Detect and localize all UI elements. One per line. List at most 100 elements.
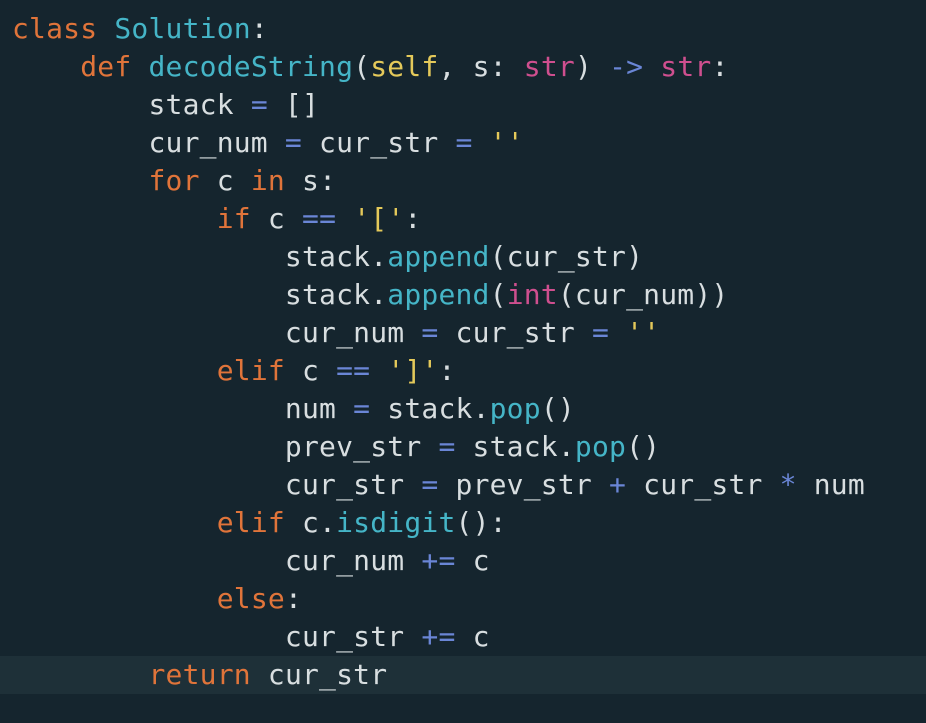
code-token: pop xyxy=(574,430,627,463)
code-token: for xyxy=(148,164,200,197)
code-token: == xyxy=(302,202,337,235)
code-token: -> xyxy=(609,50,644,83)
code-token: (cur_num)) xyxy=(557,278,729,311)
code-token: ) xyxy=(574,50,610,83)
code-line: stack = [] xyxy=(12,86,319,124)
code-line: cur_str += c xyxy=(12,618,490,656)
code-token: num xyxy=(796,468,865,501)
code-token: append xyxy=(387,278,490,311)
code-token: str xyxy=(660,50,712,83)
code-editor[interactable]: class Solution: def decodeString(self, s… xyxy=(0,0,926,723)
code-token: [] xyxy=(267,88,320,121)
code-token: str xyxy=(523,50,575,83)
code-line: num = stack.pop() xyxy=(12,390,575,428)
code-token: cur_num xyxy=(12,544,422,577)
code-token: append xyxy=(387,240,490,273)
code-token: else xyxy=(216,582,285,615)
code-line: cur_num = cur_str = '' xyxy=(12,314,660,352)
code-line: elif c.isdigit(): xyxy=(12,504,507,542)
code-token: num xyxy=(12,392,354,425)
code-token: cur_str xyxy=(301,126,456,159)
code-token: (): xyxy=(455,506,507,539)
code-token: if xyxy=(216,202,251,235)
code-token: = xyxy=(284,126,302,159)
code-token: += xyxy=(421,620,456,653)
code-line: prev_str = stack.pop() xyxy=(12,428,660,466)
code-token: c xyxy=(250,202,303,235)
code-token: def xyxy=(80,50,132,83)
code-line: class Solution: xyxy=(12,10,268,48)
code-token: prev_str xyxy=(438,468,610,501)
code-token: stack xyxy=(12,88,251,121)
code-token: stack. xyxy=(12,278,388,311)
code-token: , s: xyxy=(438,50,524,83)
code-token: : xyxy=(404,202,422,235)
code-line: else: xyxy=(12,580,302,618)
code-line: cur_str = prev_str + cur_str * num xyxy=(12,466,865,504)
code-token: : xyxy=(438,354,456,387)
code-line: stack.append(int(cur_num)) xyxy=(12,276,728,314)
code-token: stack. xyxy=(12,240,388,273)
code-token: elif xyxy=(216,354,285,387)
code-token: '' xyxy=(626,316,661,349)
code-token: c. xyxy=(284,506,337,539)
code-token: isdigit xyxy=(336,506,456,539)
code-token: ( xyxy=(489,278,507,311)
code-line: def decodeString(self, s: str) -> str: xyxy=(12,48,729,86)
code-token: c xyxy=(199,164,251,197)
code-line: if c == '[': xyxy=(12,200,422,238)
code-token: ']' xyxy=(387,354,439,387)
code-token: int xyxy=(506,278,558,311)
code-token: : xyxy=(284,582,302,615)
code-token: pop xyxy=(489,392,541,425)
code-token: + xyxy=(609,468,627,501)
code-token: c xyxy=(455,544,490,577)
code-token: () xyxy=(540,392,575,425)
code-token: : xyxy=(250,12,268,45)
code-token: = xyxy=(455,126,473,159)
code-token: decodeString xyxy=(148,50,354,83)
code-line: cur_num += c xyxy=(12,542,490,580)
code-token: ( xyxy=(353,50,371,83)
code-token: stack. xyxy=(370,392,490,425)
code-token: class xyxy=(12,12,98,45)
code-token: = xyxy=(421,468,439,501)
code-token: stack. xyxy=(455,430,575,463)
code-line: cur_num = cur_str = '' xyxy=(12,124,524,162)
code-token: Solution xyxy=(114,12,251,45)
code-token: self xyxy=(370,50,439,83)
code-token: cur_str xyxy=(250,658,388,691)
code-token: cur_str xyxy=(438,316,592,349)
code-line: elif c == ']': xyxy=(12,352,456,390)
code-token: '[' xyxy=(353,202,405,235)
code-token: cur_num xyxy=(12,316,422,349)
code-token: == xyxy=(336,354,371,387)
code-token: += xyxy=(421,544,456,577)
code-token: c xyxy=(284,354,337,387)
code-token: elif xyxy=(216,506,285,539)
code-line: return cur_str xyxy=(12,656,387,694)
code-token: in xyxy=(250,164,285,197)
code-token: cur_num xyxy=(12,126,285,159)
code-token: cur_str xyxy=(626,468,780,501)
code-token: return xyxy=(148,658,251,691)
code-token: c xyxy=(455,620,490,653)
code-token: cur_str xyxy=(12,468,422,501)
code-token: (cur_str) xyxy=(489,240,644,273)
code-token: () xyxy=(626,430,661,463)
code-token: cur_str xyxy=(12,620,422,653)
code-token: s: xyxy=(284,164,337,197)
code-line: stack.append(cur_str) xyxy=(12,238,643,276)
